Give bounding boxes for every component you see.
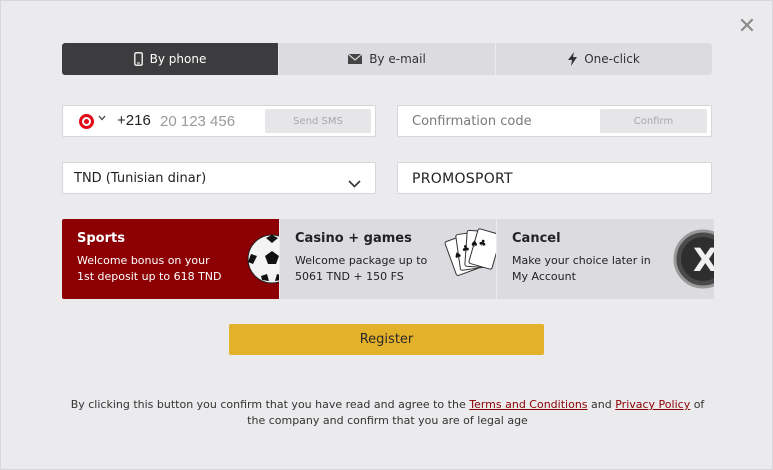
dial-code: +216 <box>117 112 151 129</box>
tab-label: By e-mail <box>369 52 426 66</box>
register-button[interactable]: Register <box>229 324 544 355</box>
svg-text:X: X <box>693 241 714 279</box>
bonus-title: Cancel <box>512 231 561 246</box>
terms-notice: By clicking this button you confirm that… <box>61 397 714 429</box>
phone-icon <box>133 52 143 66</box>
registration-modal: ✕ By phone By e-mail One-click +216 S <box>0 0 773 470</box>
terms-text: By clicking this button you confirm that… <box>70 398 470 411</box>
bonus-desc-line: Make your choice later in <box>512 254 651 267</box>
tab-one-click[interactable]: One-click <box>495 43 712 75</box>
confirm-button[interactable]: Confirm <box>600 109 707 133</box>
chevron-down-icon <box>348 173 361 192</box>
bonus-option-cancel[interactable]: Cancel Make your choice later in My Acco… <box>497 219 714 299</box>
bonus-description: Welcome package up to 5061 TND + 150 FS <box>295 253 427 285</box>
playing-cards-icon: ♠ ♣ ♠ ♣ <box>444 228 496 276</box>
confirmation-code-input[interactable] <box>412 110 592 132</box>
tab-by-phone[interactable]: By phone <box>62 43 278 75</box>
bonus-desc-line: 1st deposit up to 618 TND <box>77 270 222 283</box>
terms-and-conditions-link[interactable]: Terms and Conditions <box>469 398 587 411</box>
phone-field: +216 Send SMS <box>62 105 376 137</box>
soccer-ball-icon <box>247 234 279 284</box>
bonus-desc-line: Welcome package up to <box>295 254 428 267</box>
bonus-description: Make your choice later in My Account <box>512 253 651 285</box>
lightning-icon <box>568 52 578 66</box>
privacy-policy-link[interactable]: Privacy Policy <box>615 398 690 411</box>
bonus-option-casino[interactable]: Casino + games Welcome package up to 506… <box>280 219 496 299</box>
bonus-desc-line: My Account <box>512 270 576 283</box>
tab-by-email[interactable]: By e-mail <box>278 43 495 75</box>
tab-label: One-click <box>584 52 640 66</box>
bonus-desc-line: 5061 TND + 150 FS <box>295 270 404 283</box>
registration-tabs: By phone By e-mail One-click <box>62 43 712 75</box>
terms-text: and <box>587 398 616 411</box>
close-icon[interactable]: ✕ <box>737 16 757 38</box>
bonus-title: Sports <box>77 231 125 246</box>
bonus-title: Casino + games <box>295 231 412 246</box>
promo-code-input[interactable] <box>412 168 692 190</box>
bonus-option-sports[interactable]: Sports Welcome bonus on your 1st deposit… <box>62 219 279 299</box>
send-sms-button[interactable]: Send SMS <box>265 109 371 133</box>
bonus-description: Welcome bonus on your 1st deposit up to … <box>77 253 222 285</box>
chevron-down-icon[interactable] <box>98 114 106 124</box>
promo-code-field <box>397 162 712 194</box>
tunisia-flag-icon[interactable] <box>79 114 94 129</box>
confirmation-code-field: Confirm <box>397 105 712 137</box>
envelope-icon <box>348 54 363 64</box>
cancel-x-icon: X <box>673 229 714 289</box>
svg-text:♣: ♣ <box>461 244 470 255</box>
bonus-desc-line: Welcome bonus on your <box>77 254 210 267</box>
tab-label: By phone <box>149 52 207 66</box>
currency-selected-value: TND (Tunisian dinar) <box>74 171 207 186</box>
currency-select[interactable]: TND (Tunisian dinar) <box>62 162 376 194</box>
phone-number-input[interactable] <box>160 110 260 132</box>
